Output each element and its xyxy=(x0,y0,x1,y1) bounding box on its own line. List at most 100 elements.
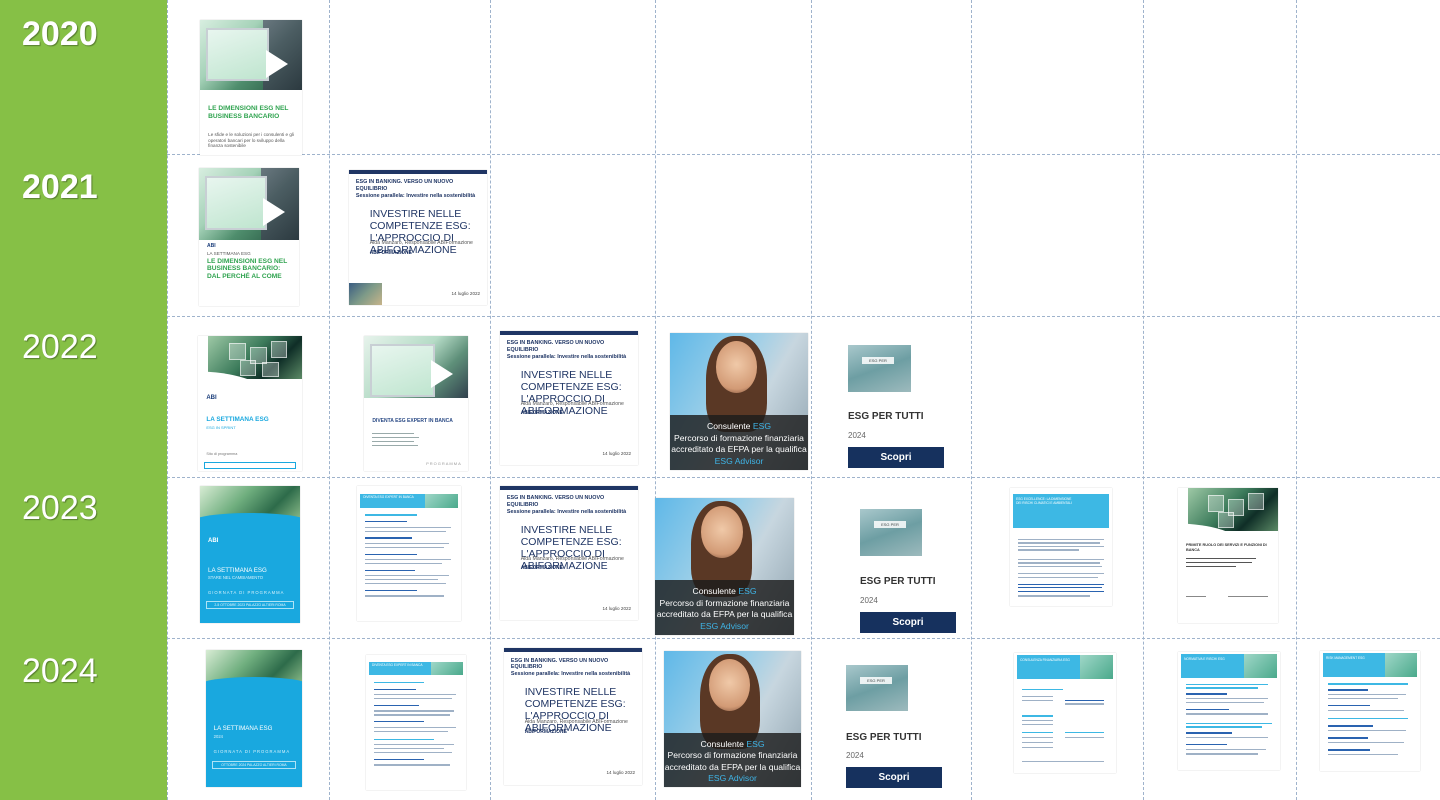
slide-top-bar xyxy=(500,331,638,336)
text-line xyxy=(374,748,444,750)
doc-header-image xyxy=(424,494,458,508)
text-line xyxy=(1065,732,1104,734)
doc-header-title: ESG EXCELLENCE: LA DIMENSIONE DEI RISCHI… xyxy=(1016,497,1072,506)
document-thumbnail-settimana-esg-2022[interactable]: ABI LA SETTIMANA ESG ESG IN SPRINT Sito … xyxy=(198,336,302,471)
text-line xyxy=(372,445,419,447)
text-line xyxy=(1186,708,1229,710)
text-line xyxy=(1022,737,1053,739)
photo-tile xyxy=(239,360,257,376)
text-line xyxy=(1018,545,1104,548)
text-line xyxy=(374,738,434,740)
text-line xyxy=(1328,694,1406,696)
doc-header-title: CONSULENZA FINANZIARIA ESG xyxy=(1020,657,1070,662)
document-thumbnail-esg-expert-2023[interactable]: DIVENTA ESG EXPERT IN BANCA xyxy=(357,486,461,621)
grid-line xyxy=(167,638,1440,639)
text-line xyxy=(365,521,407,523)
text-line xyxy=(372,437,420,439)
text-line xyxy=(1018,542,1100,544)
text-line xyxy=(1186,732,1233,734)
cover-note: GIORNATA DI PROGRAMMA xyxy=(213,748,291,754)
doc-header-title: NORMATIVA E RISCHI ESG xyxy=(1184,656,1225,661)
arrow-icon xyxy=(265,49,288,78)
doc-header-image xyxy=(431,661,463,676)
slide-thumbnail-investire-competenze-2023[interactable]: ESG IN BANKING. VERSO UN NUOVO EQUILIBRI… xyxy=(500,486,638,620)
text-line xyxy=(1022,715,1053,717)
slide-thumbnail-investire-competenze-2024[interactable]: ESG IN BANKING. VERSO UN NUOVO EQUILIBRI… xyxy=(504,648,642,785)
grid-line xyxy=(811,0,812,800)
text-line xyxy=(1018,538,1104,541)
text-line xyxy=(374,726,456,728)
doc-header-title: DIVENTA ESG EXPERT IN BANCA xyxy=(363,495,414,500)
text-line xyxy=(374,752,452,754)
text-line xyxy=(1018,558,1104,561)
text-line xyxy=(1186,558,1256,560)
text-line xyxy=(1228,596,1268,597)
card-esg-per-tutti-2024[interactable]: ESG PER ESG PER TUTTI 2024 Scopri xyxy=(846,665,946,789)
slide-title: INVESTIRE NELLE COMPETENZE ESG: L'APPROC… xyxy=(524,686,626,735)
arrow-icon xyxy=(431,360,454,389)
text-line xyxy=(374,704,419,707)
photo-tile xyxy=(229,342,246,360)
text-line xyxy=(1065,699,1104,702)
slide-thumbnail-investire-competenze-2021[interactable]: ESG IN BANKING. VERSO UN NUOVO EQUILIBRI… xyxy=(349,170,487,305)
card-consulente-esg-2024[interactable]: Consulente ESG Percorso di formazione fi… xyxy=(664,651,801,787)
scopri-button[interactable]: Scopri xyxy=(860,612,956,633)
document-thumbnail-programma-2024-a[interactable]: CONSULENZA FINANZIARIA ESG xyxy=(1014,653,1116,773)
text-line xyxy=(1328,718,1408,720)
card-year: 2024 xyxy=(860,596,878,605)
card-caption: Consulente ESG Percorso di formazione fi… xyxy=(670,415,808,470)
text-line xyxy=(1328,754,1398,756)
text-line xyxy=(1186,744,1227,746)
text-line xyxy=(1018,572,1104,575)
card-consulente-esg-2023[interactable]: Consulente ESG Percorso di formazione fi… xyxy=(655,498,794,635)
doc-header-image xyxy=(1385,653,1417,678)
text-line xyxy=(374,714,450,716)
text-line xyxy=(1328,683,1408,685)
text-line xyxy=(1328,749,1370,751)
document-thumbnail-settimana-esg-2024[interactable]: LA SETTIMANA ESG 2024 GIORNATA DI PROGRA… xyxy=(206,650,302,787)
card-image xyxy=(860,509,922,556)
document-thumbnail-settimana-esg-2023[interactable]: ABI LA SETTIMANA ESG STARE NEL CAMBIAMEN… xyxy=(200,486,300,623)
text-line xyxy=(1022,689,1063,691)
slide-speaker: Aida Manzaro, Responsabile ABIFormazione xyxy=(524,719,628,726)
text-line xyxy=(374,730,448,732)
year-label-2024: 2024 xyxy=(22,652,98,690)
cover-subtitle: Le sfide e le soluzioni per i consulenti… xyxy=(208,132,294,149)
card-image-chip: ESG PER xyxy=(862,357,894,364)
text-line xyxy=(1022,746,1053,748)
scopri-button[interactable]: Scopri xyxy=(848,447,944,468)
document-thumbnail-programma-2024-b[interactable]: NORMATIVA E RISCHI ESG xyxy=(1178,652,1280,770)
text-line xyxy=(1186,566,1236,568)
card-consulente-esg-2022[interactable]: Consulente ESG Percorso di formazione fi… xyxy=(670,333,808,470)
text-line xyxy=(365,579,439,581)
text-line xyxy=(1328,697,1398,700)
text-line xyxy=(365,542,449,544)
cover-title: LE DIMENSIONI ESG NEL BUSINESS BANCARIO:… xyxy=(207,257,288,280)
document-thumbnail-esg-expert-2022[interactable]: DIVENTA ESG EXPERT IN BANCA PROGRAMMA xyxy=(364,336,468,471)
slide-thumbnail-investire-competenze-2022[interactable]: ESG IN BANKING. VERSO UN NUOVO EQUILIBRI… xyxy=(500,331,638,465)
slide-date: 14 luglio 2022 xyxy=(451,290,481,296)
grid-line xyxy=(1296,0,1297,800)
text-line xyxy=(374,682,424,684)
card-year: 2024 xyxy=(846,751,864,760)
scopri-button[interactable]: Scopri xyxy=(846,767,942,788)
document-thumbnail-dimensioni-esg-2020[interactable]: LE DIMENSIONI ESG NEL BUSINESS BANCARIO … xyxy=(200,20,302,155)
document-thumbnail-dimensioni-esg-2021[interactable]: ABI LA SETTIMANA ESG LE DIMENSIONI ESG N… xyxy=(199,168,299,306)
text-line xyxy=(365,514,418,516)
card-esg-per-tutti-2023[interactable]: ESG PER ESG PER TUTTI 2024 Scopri xyxy=(860,509,960,634)
text-line xyxy=(1186,713,1268,715)
text-line xyxy=(1018,565,1102,568)
document-thumbnail-programma-2024-c[interactable]: RISK MANAGEMENT ESG xyxy=(1320,651,1420,771)
document-thumbnail-esg-expert-2024[interactable]: DIVENTA ESG EXPERT IN BANCA xyxy=(366,655,466,790)
document-thumbnail-ruolo-servizi-2023[interactable]: PRIMITE RUOLO DEI SERVIZI E FUNZIONI DI … xyxy=(1178,488,1278,623)
slide-kicker: ESG IN BANKING. VERSO UN NUOVO EQUILIBRI… xyxy=(355,179,476,199)
document-thumbnail-esg-excellence-2023[interactable]: ESG EXCELLENCE: LA DIMENSIONE DEI RISCHI… xyxy=(1010,488,1112,606)
text-line xyxy=(1186,683,1268,686)
card-title: ESG PER TUTTI xyxy=(860,576,936,587)
card-esg-per-tutti-2022[interactable]: ESG PER ESG PER TUTTI 2024 Scopri xyxy=(848,345,948,470)
text-line xyxy=(1186,722,1272,725)
abiformazione-logo: ABIFORMAZIONE xyxy=(520,565,563,572)
year-label-2022: 2022 xyxy=(22,328,98,366)
photo-tile xyxy=(1248,493,1264,511)
text-line xyxy=(374,688,416,691)
